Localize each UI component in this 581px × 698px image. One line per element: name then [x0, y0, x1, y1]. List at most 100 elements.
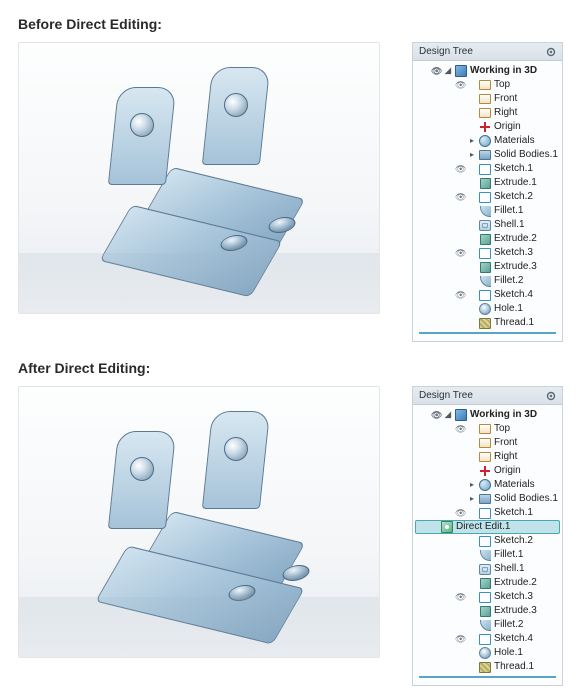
tree-item[interactable]: Direct Edit.1 — [415, 520, 560, 534]
expand-icon[interactable]: ▸ — [468, 135, 476, 147]
tree-item[interactable]: Shell.1 — [415, 562, 560, 576]
eye-icon[interactable]: 👁 — [455, 79, 465, 91]
tree-item-label: Extrude.2 — [494, 233, 558, 245]
gear-icon[interactable] — [546, 391, 556, 401]
tree-item-label: Thread.1 — [494, 661, 558, 673]
tree-item[interactable]: Extrude.2 — [415, 576, 560, 590]
tree-item[interactable]: ▸ Solid Bodies.1 — [415, 148, 560, 162]
tree-item[interactable]: 👁 Sketch.1 — [415, 162, 560, 176]
tree-item[interactable]: Origin — [415, 120, 560, 134]
shell-icon — [479, 563, 491, 575]
tree-item[interactable]: Extrude.2 — [415, 232, 560, 246]
tree-end-divider — [419, 332, 556, 335]
eye-icon[interactable]: 👁 — [431, 65, 441, 77]
extrude-icon — [479, 177, 491, 189]
expand-icon[interactable]: ▸ — [468, 149, 476, 161]
fillet-icon — [479, 205, 491, 217]
design-tree-after: 👁◢Working in 3D👁TopFrontRightOrigin▸Mate… — [413, 405, 562, 685]
tree-item[interactable]: Fillet.2 — [415, 618, 560, 632]
collapse-icon[interactable]: ◢ — [444, 409, 452, 421]
eye-icon[interactable]: 👁 — [455, 247, 465, 259]
tree-item[interactable]: 👁 Sketch.4 — [415, 632, 560, 646]
plane-icon — [479, 79, 491, 91]
tree-item-label: Sketch.4 — [494, 633, 558, 645]
extrude-icon — [479, 261, 491, 273]
extrude-icon — [479, 233, 491, 245]
tree-item-label: Shell.1 — [494, 563, 558, 575]
tree-item[interactable]: Extrude.3 — [415, 604, 560, 618]
origin-icon — [479, 465, 491, 477]
tree-item-label: Solid Bodies.1 — [494, 493, 558, 505]
eye-icon[interactable]: 👁 — [455, 191, 465, 203]
fillet-icon — [479, 549, 491, 561]
sketch-icon — [479, 633, 491, 645]
mat-icon — [479, 135, 491, 147]
tree-item[interactable]: Sketch.2 — [415, 534, 560, 548]
tree-item[interactable]: 👁Sketch.3 — [415, 246, 560, 260]
collapse-icon[interactable]: ◢ — [444, 65, 452, 77]
tree-item-label: Sketch.2 — [494, 191, 558, 203]
thread-icon — [479, 661, 491, 673]
tree-item[interactable]: Fillet.1 — [415, 204, 560, 218]
sketch-icon — [479, 247, 491, 259]
eye-icon[interactable]: 👁 — [431, 409, 441, 421]
tree-root[interactable]: 👁◢Working in 3D — [415, 64, 560, 78]
design-tree-before: 👁◢Working in 3D👁TopFrontRightOrigin▸Mate… — [413, 61, 562, 341]
body-icon — [479, 149, 491, 161]
origin-icon — [479, 121, 491, 133]
tree-item[interactable]: 👁 Sketch.3 — [415, 590, 560, 604]
tree-item[interactable]: Hole.1 — [415, 646, 560, 660]
tree-item[interactable]: Extrude.1 — [415, 176, 560, 190]
sketch-icon — [479, 535, 491, 547]
sketch-icon — [479, 289, 491, 301]
tree-item[interactable]: Fillet.1 — [415, 548, 560, 562]
tree-item[interactable]: ▸ Solid Bodies.1 — [415, 492, 560, 506]
eye-icon[interactable]: 👁 — [455, 507, 465, 519]
tree-item-label: Extrude.3 — [494, 605, 558, 617]
viewport-after[interactable] — [18, 386, 380, 658]
eye-icon[interactable]: 👁 — [455, 633, 465, 645]
tree-item[interactable]: Fillet.2 — [415, 274, 560, 288]
tree-item[interactable]: Shell.1 — [415, 218, 560, 232]
mat-icon — [479, 479, 491, 491]
gear-icon[interactable] — [546, 47, 556, 57]
tree-item-label: Solid Bodies.1 — [494, 149, 558, 161]
tree-item[interactable]: Right — [415, 450, 560, 464]
tree-item[interactable]: Origin — [415, 464, 560, 478]
tree-root[interactable]: 👁◢Working in 3D — [415, 408, 560, 422]
tree-item[interactable]: 👁Sketch.4 — [415, 288, 560, 302]
expand-icon[interactable]: ▸ — [468, 493, 476, 505]
plane-icon — [479, 93, 491, 105]
expand-icon[interactable]: ▸ — [468, 479, 476, 491]
tree-item-label: Fillet.2 — [494, 619, 558, 631]
design-tree-title: Design Tree — [419, 46, 473, 57]
eye-icon[interactable]: 👁 — [455, 591, 465, 603]
tree-item[interactable]: Extrude.3 — [415, 260, 560, 274]
viewport-before[interactable] — [18, 42, 380, 314]
tree-item[interactable]: Thread.1 — [415, 316, 560, 330]
tree-item[interactable]: 👁Top — [415, 422, 560, 436]
tree-item-label: Sketch.1 — [494, 507, 558, 519]
tree-item[interactable]: Front — [415, 92, 560, 106]
tree-item[interactable]: 👁 Sketch.1 — [415, 506, 560, 520]
eye-icon[interactable]: 👁 — [455, 289, 465, 301]
tree-item-label: Fillet.2 — [494, 275, 558, 287]
tree-item[interactable]: 👁 Sketch.2 — [415, 190, 560, 204]
tree-item-label: Shell.1 — [494, 219, 558, 231]
body-icon — [479, 493, 491, 505]
tree-item[interactable]: 👁Top — [415, 78, 560, 92]
eye-icon[interactable]: 👁 — [455, 423, 465, 435]
tree-item[interactable]: Right — [415, 106, 560, 120]
tree-item-label: Sketch.3 — [494, 591, 558, 603]
tree-item[interactable]: ▸ Materials — [415, 478, 560, 492]
eye-icon[interactable]: 👁 — [455, 163, 465, 175]
fillet-icon — [479, 275, 491, 287]
tree-item[interactable]: Front — [415, 436, 560, 450]
tree-item-label: Origin — [494, 121, 558, 133]
tree-item-label: Materials — [494, 479, 558, 491]
tree-item[interactable]: Thread.1 — [415, 660, 560, 674]
tree-item[interactable]: ▸Materials — [415, 134, 560, 148]
fillet-icon — [479, 619, 491, 631]
tree-item[interactable]: Hole.1 — [415, 302, 560, 316]
tree-item-label: Sketch.1 — [494, 163, 558, 175]
